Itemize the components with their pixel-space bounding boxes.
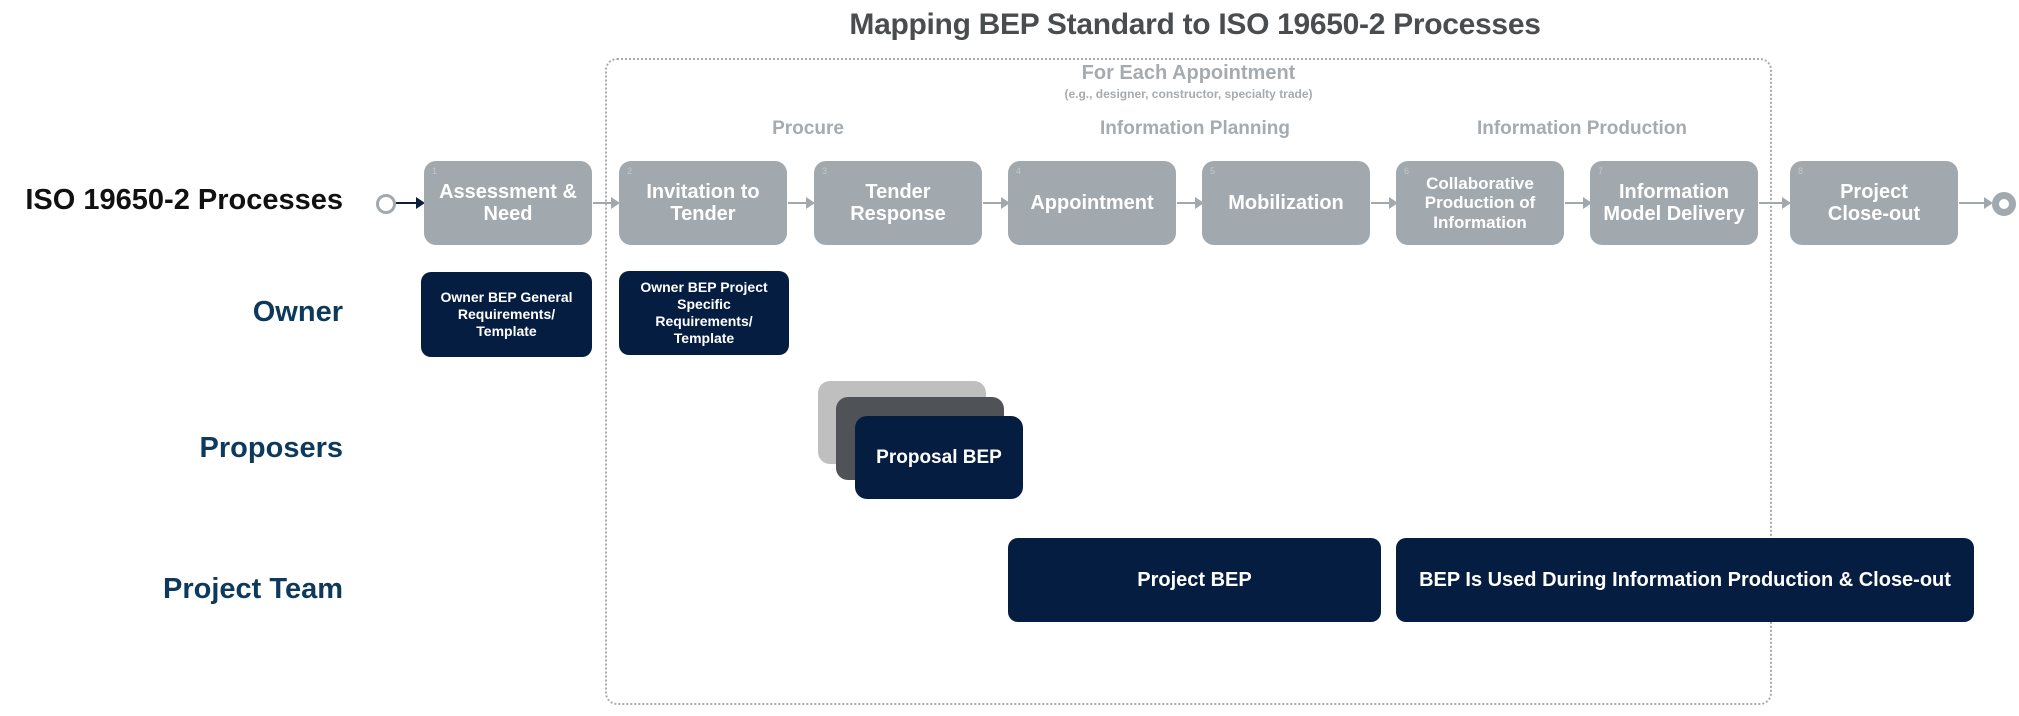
process-label: Information Model Delivery <box>1603 180 1745 225</box>
process-label: Collaborative Production of Information <box>1424 174 1536 232</box>
flow-arrow-icon <box>1959 197 1993 209</box>
owner-bep-project-specific-requirements: Owner BEP Project Specific Requirements/… <box>619 271 789 355</box>
deliverable-label: Project BEP <box>1137 568 1252 591</box>
flow-arrow-icon <box>1371 197 1398 209</box>
process-label: Tender Response <box>850 180 946 225</box>
stage-procure: Procure <box>772 118 844 139</box>
flow-arrow-icon <box>983 197 1010 209</box>
lane-label-iso: ISO 19650-2 Processes <box>25 184 343 216</box>
process-project-close-out: 8 Project Close-out <box>1790 161 1958 245</box>
process-appointment: 4 Appointment <box>1008 161 1176 245</box>
flow-arrow-icon <box>1177 197 1204 209</box>
process-number: 5 <box>1210 166 1216 176</box>
process-number: 4 <box>1016 166 1022 176</box>
deliverable-label: Owner BEP General Requirements/ Template <box>440 289 573 339</box>
start-arrow-icon <box>396 197 425 209</box>
deliverable-label: Owner BEP Project Specific Requirements/… <box>640 279 768 346</box>
process-label: Project Close-out <box>1827 180 1921 225</box>
project-bep: Project BEP <box>1008 538 1381 622</box>
stage-information-planning: Information Planning <box>1100 118 1290 139</box>
process-information-model-delivery: 7 Information Model Delivery <box>1590 161 1758 245</box>
flow-arrow-icon <box>1759 197 1791 209</box>
process-number: 7 <box>1598 166 1604 176</box>
appointment-container-title: For Each Appointment <box>1081 62 1296 84</box>
lane-label-owner: Owner <box>252 296 343 328</box>
flow-arrow-icon <box>593 197 620 209</box>
deliverable-label: BEP Is Used During Information Productio… <box>1419 568 1951 591</box>
flow-arrow-icon <box>1565 197 1592 209</box>
process-assessment-need: 1 Assessment & Need <box>424 161 592 245</box>
process-tender-response: 3 Tender Response <box>814 161 982 245</box>
process-label: Mobilization <box>1228 191 1344 214</box>
end-event-icon <box>1992 192 2016 216</box>
process-invitation-to-tender: 2 Invitation to Tender <box>619 161 787 245</box>
lane-label-proposers: Proposers <box>199 432 343 464</box>
process-mobilization: 5 Mobilization <box>1202 161 1370 245</box>
process-collaborative-production: 6 Collaborative Production of Informatio… <box>1396 161 1564 245</box>
appointment-container-subtitle: (e.g., designer, constructor, specialty … <box>1064 87 1313 101</box>
diagram-title: Mapping BEP Standard to ISO 19650-2 Proc… <box>849 8 1541 41</box>
process-number: 1 <box>432 166 438 176</box>
owner-bep-general-requirements: Owner BEP General Requirements/ Template <box>421 272 592 357</box>
stage-information-production: Information Production <box>1476 118 1688 139</box>
process-number: 6 <box>1404 166 1410 176</box>
flow-arrow-icon <box>788 197 815 209</box>
proposal-bep: Proposal BEP <box>855 416 1023 499</box>
process-number: 8 <box>1798 166 1804 176</box>
deliverable-label: Proposal BEP <box>876 446 1002 468</box>
process-number: 3 <box>822 166 828 176</box>
start-event-icon <box>376 194 396 214</box>
process-number: 2 <box>627 166 633 176</box>
lane-label-project-team: Project Team <box>163 573 343 605</box>
bep-used-during-production: BEP Is Used During Information Productio… <box>1396 538 1974 622</box>
process-label: Invitation to Tender <box>646 180 760 225</box>
process-label: Assessment & Need <box>439 180 577 225</box>
process-label: Appointment <box>1030 191 1154 214</box>
